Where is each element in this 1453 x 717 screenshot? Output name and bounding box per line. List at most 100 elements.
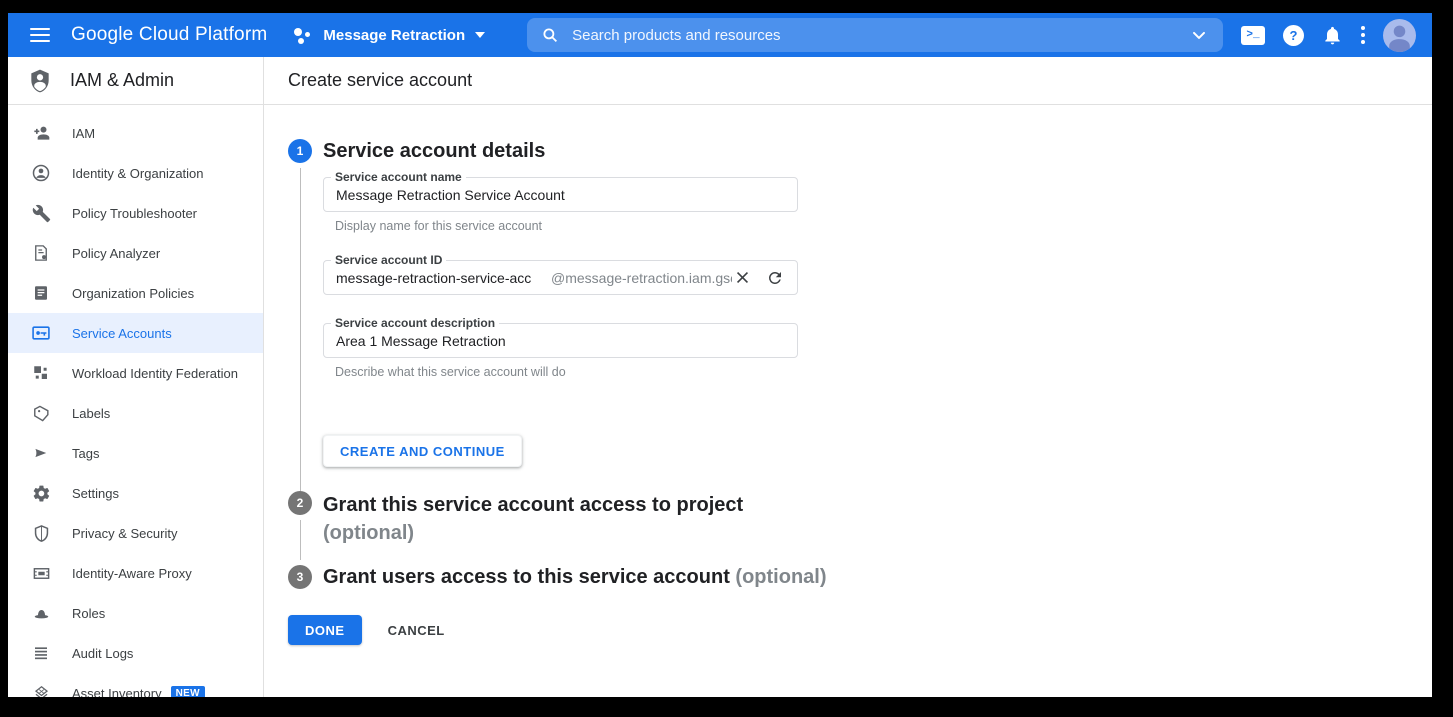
sidebar-item-label: Workload Identity Federation: [72, 366, 238, 381]
step-number-badge: 2: [288, 491, 312, 515]
sidebar-header: IAM & Admin: [8, 57, 263, 105]
sidebar-item-tags[interactable]: Tags: [8, 433, 263, 473]
sidebar-item-label: Organization Policies: [72, 286, 194, 301]
iam-admin-icon: [27, 68, 53, 94]
brand-logo[interactable]: Google Cloud Platform: [71, 24, 267, 46]
help-icon[interactable]: ?: [1283, 25, 1304, 46]
chevron-down-icon[interactable]: [1189, 25, 1209, 45]
service-account-description-input[interactable]: [336, 333, 785, 349]
field-label: Service account ID: [331, 253, 446, 267]
roles-hat-icon: [31, 603, 51, 623]
sidebar-item-label: Service Accounts: [72, 326, 172, 341]
step-grant-project-access: 2 Grant this service account access to p…: [288, 491, 1408, 565]
project-icon: [293, 25, 313, 45]
menu-icon[interactable]: [30, 28, 50, 42]
sidebar-item-service-accounts[interactable]: Service Accounts: [8, 313, 263, 353]
step-rail: 2: [288, 491, 312, 565]
sidebar-item-organization-policies[interactable]: Organization Policies: [8, 273, 263, 313]
service-account-id-input[interactable]: [336, 270, 539, 286]
top-app-bar: Google Cloud Platform Message Retraction…: [8, 13, 1432, 57]
service-account-name-field: Service account name Display name for th…: [323, 177, 798, 233]
sidebar-item-label: Roles: [72, 606, 105, 621]
sidebar-item-label: Policy Troubleshooter: [72, 206, 197, 221]
workload-identity-icon: [31, 363, 51, 383]
cloud-shell-icon[interactable]: >_: [1241, 26, 1265, 45]
shield-icon: [31, 523, 51, 543]
page-title: Create service account: [288, 70, 472, 91]
sidebar-nav: IAM Identity & Organization Policy Troub…: [8, 105, 263, 697]
sidebar-item-iam[interactable]: IAM: [8, 113, 263, 153]
sidebar-item-policy-troubleshooter[interactable]: Policy Troubleshooter: [8, 193, 263, 233]
person-add-icon: [31, 123, 51, 143]
sidebar-item-label: Audit Logs: [72, 646, 133, 661]
project-selector[interactable]: Message Retraction: [293, 25, 485, 45]
label-icon: [31, 403, 51, 423]
service-account-id-field: Service account ID @message-retraction.i…: [323, 260, 798, 295]
tag-icon: [31, 443, 51, 463]
step-connector-line: [300, 520, 301, 560]
field-label: Service account name: [331, 170, 466, 184]
policy-analyzer-icon: [31, 243, 51, 263]
cancel-button[interactable]: CANCEL: [372, 615, 461, 645]
field-helper-text: Describe what this service account will …: [335, 365, 798, 379]
optional-label: (optional): [323, 519, 1408, 547]
create-and-continue-button[interactable]: CREATE AND CONTINUE: [323, 435, 522, 467]
step-rail: 3: [288, 565, 312, 589]
optional-label: (optional): [735, 566, 826, 588]
create-service-account-form: 1 Service account details Service accoun…: [264, 105, 1432, 697]
search-bar[interactable]: [527, 18, 1223, 52]
proxy-icon: [31, 563, 51, 583]
new-badge: NEW: [171, 686, 205, 698]
sidebar-item-roles[interactable]: Roles: [8, 593, 263, 633]
service-accounts-icon: [31, 323, 51, 343]
audit-logs-icon: [31, 643, 51, 663]
sidebar-item-workload-identity-federation[interactable]: Workload Identity Federation: [8, 353, 263, 393]
sidebar-item-label: Tags: [72, 446, 99, 461]
clear-id-button[interactable]: [732, 268, 752, 288]
project-name: Message Retraction: [323, 27, 465, 44]
sidebar-item-policy-analyzer[interactable]: Policy Analyzer: [8, 233, 263, 273]
step-number-badge: 3: [288, 565, 312, 589]
sidebar-item-label: Settings: [72, 486, 119, 501]
regenerate-id-button[interactable]: [765, 268, 785, 288]
service-account-name-input[interactable]: [336, 187, 785, 203]
step-service-account-details: 1 Service account details Service accoun…: [288, 139, 1408, 491]
sidebar-item-label: Asset Inventory: [72, 686, 162, 698]
person-circle-icon: [31, 163, 51, 183]
done-button[interactable]: DONE: [288, 615, 362, 645]
wrench-icon: [31, 203, 51, 223]
avatar[interactable]: [1383, 19, 1416, 52]
bell-icon[interactable]: [1322, 25, 1343, 46]
close-icon: [734, 269, 751, 286]
gear-icon: [31, 483, 51, 503]
service-account-description-field: Service account description Describe wha…: [323, 323, 798, 379]
step-title: Grant users access to this service accou…: [323, 565, 1408, 589]
sidebar-title: IAM & Admin: [70, 70, 174, 91]
sidebar-item-privacy-security[interactable]: Privacy & Security: [8, 513, 263, 553]
refresh-icon: [766, 269, 784, 287]
main-panel: Create service account 1 Service account…: [264, 57, 1432, 697]
sidebar-item-asset-inventory[interactable]: Asset Inventory NEW: [8, 673, 263, 697]
sidebar: IAM & Admin IAM Identity & Organization …: [8, 57, 264, 697]
sidebar-item-label: Privacy & Security: [72, 526, 177, 541]
sidebar-item-label: Policy Analyzer: [72, 246, 160, 261]
field-label: Service account description: [331, 316, 499, 330]
step-rail: 1: [288, 139, 312, 491]
sidebar-item-audit-logs[interactable]: Audit Logs: [8, 633, 263, 673]
step-connector-line: [300, 168, 301, 491]
step-title: Service account details: [323, 139, 1408, 163]
sidebar-item-labels[interactable]: Labels: [8, 393, 263, 433]
more-vert-icon[interactable]: [1361, 25, 1365, 46]
asset-inventory-icon: [31, 683, 51, 697]
sidebar-item-label: IAM: [72, 126, 95, 141]
sidebar-item-label: Labels: [72, 406, 110, 421]
step-grant-users-access: 3 Grant users access to this service acc…: [288, 565, 1408, 589]
domain-suffix: @message-retraction.iam.gservi: [551, 270, 732, 286]
step-number-badge: 1: [288, 139, 312, 163]
sidebar-item-settings[interactable]: Settings: [8, 473, 263, 513]
sidebar-item-identity-aware-proxy[interactable]: Identity-Aware Proxy: [8, 553, 263, 593]
sidebar-item-identity-organization[interactable]: Identity & Organization: [8, 153, 263, 193]
browser-viewport: Google Cloud Platform Message Retraction…: [8, 13, 1432, 697]
step-title: Grant this service account access to pro…: [323, 491, 1408, 519]
search-input[interactable]: [572, 27, 1189, 44]
